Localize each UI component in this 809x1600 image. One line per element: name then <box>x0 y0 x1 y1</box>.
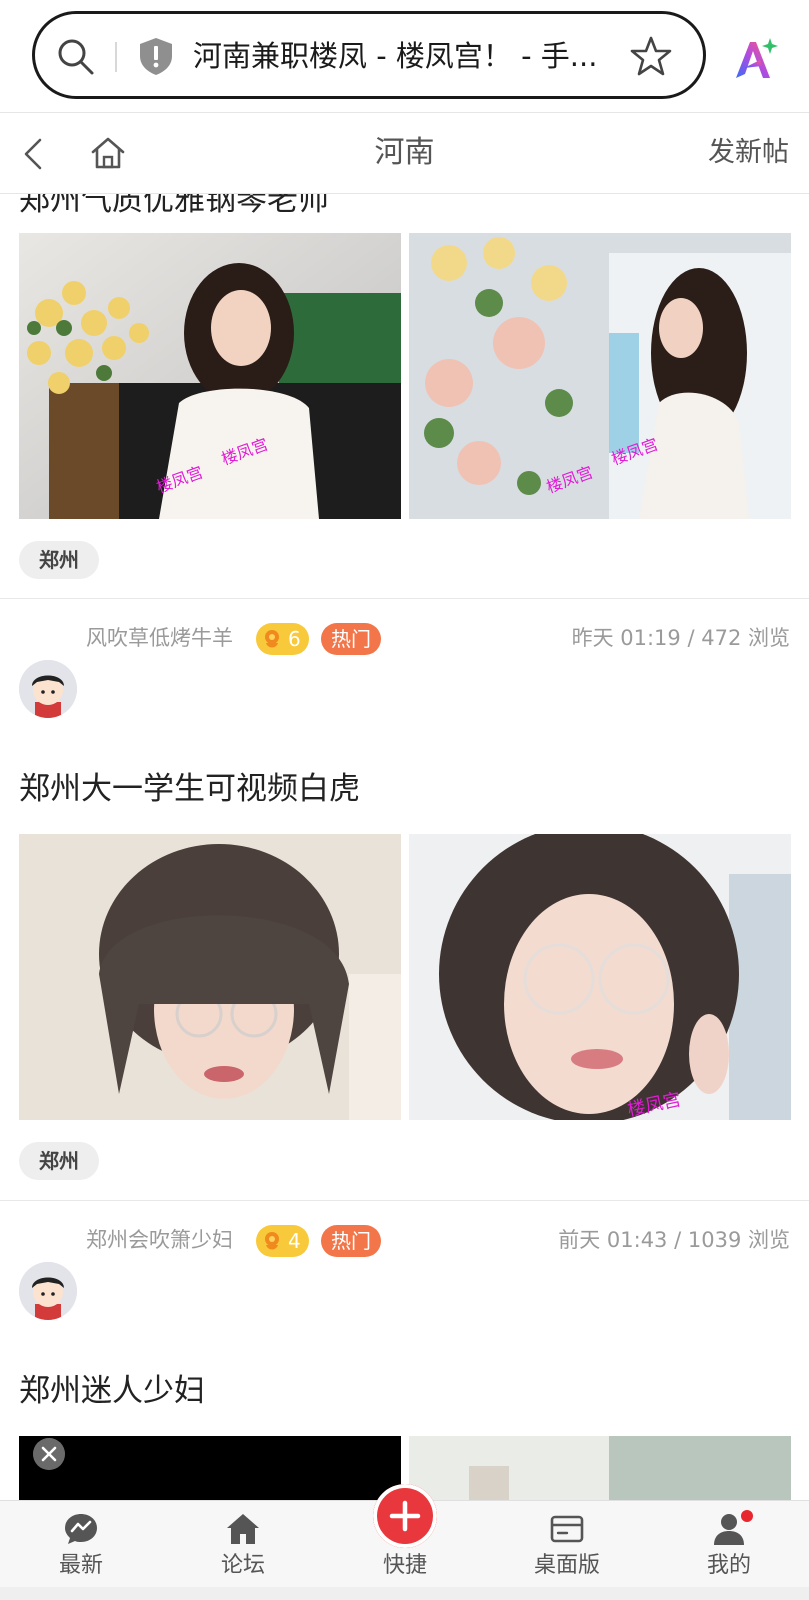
author-name[interactable]: 郑州会吹箫少妇 <box>86 1225 233 1255</box>
post-image[interactable]: 楼凤宫 楼凤宫 <box>19 233 401 519</box>
flower-count: 4 <box>288 1229 301 1253</box>
tab-latest[interactable]: 最新 <box>21 1501 141 1588</box>
flower-badge: 4 <box>256 1225 309 1257</box>
ai-assistant-icon[interactable] <box>732 36 778 80</box>
meta-separator: / <box>674 1228 688 1252</box>
post-title[interactable]: 郑州大一学生可视频白虎 <box>19 767 360 811</box>
hot-badge: 热门 <box>321 1225 381 1257</box>
tab-label: 论坛 <box>220 1553 265 1578</box>
post-meta: 昨天 01:19 / 472 浏览 <box>572 623 790 653</box>
new-post-button[interactable]: 发新帖 <box>708 133 789 173</box>
tab-label: 桌面版 <box>533 1553 600 1578</box>
tab-label: 最新 <box>58 1553 103 1578</box>
post-meta: 前天 01:43 / 1039 浏览 <box>558 1225 790 1255</box>
address-divider <box>115 42 117 72</box>
post-image[interactable] <box>409 1436 791 1500</box>
tab-label: 我的 <box>706 1553 751 1578</box>
view-count: 1039 浏览 <box>687 1228 790 1252</box>
desktop-icon <box>550 1515 584 1543</box>
shield-icon[interactable] <box>137 36 175 76</box>
tab-desktop[interactable]: 桌面版 <box>507 1501 627 1588</box>
post-time: 昨天 01:19 <box>571 626 681 650</box>
tab-forum[interactable]: 论坛 <box>183 1501 303 1588</box>
post-image[interactable] <box>19 1436 401 1500</box>
post-divider <box>0 1200 809 1201</box>
avatar[interactable] <box>19 1262 77 1320</box>
post-time: 前天 01:43 <box>558 1228 668 1252</box>
chat-icon <box>65 1514 97 1544</box>
star-icon[interactable] <box>629 34 673 78</box>
post-image[interactable]: 楼凤宫 楼凤宫 <box>409 233 791 519</box>
plus-icon[interactable] <box>373 1484 437 1548</box>
meta-separator: / <box>687 626 702 650</box>
home-icon <box>227 1514 259 1544</box>
post-feed[interactable]: 郑州气质优雅钢琴老师 楼凤宫 楼凤宫 楼凤宫 楼凤宫 郑州 风吹草低烤牛羊 6 … <box>0 194 809 1500</box>
tab-mine[interactable]: 我的 <box>669 1501 789 1588</box>
post-title[interactable]: 郑州迷人少妇 <box>19 1369 205 1413</box>
hot-badge: 热门 <box>321 623 381 655</box>
flower-icon <box>265 630 279 648</box>
address-bar[interactable]: 河南兼职楼凤 - 楼凤宫！ - 手... <box>32 11 706 99</box>
flower-badge: 6 <box>256 623 309 655</box>
search-icon[interactable] <box>55 36 95 76</box>
system-nav-strip <box>0 1587 809 1600</box>
notification-dot <box>741 1510 753 1522</box>
flower-icon <box>265 1232 279 1250</box>
avatar[interactable] <box>19 660 77 718</box>
tab-label: 快捷 <box>382 1553 427 1578</box>
post-divider <box>0 598 809 599</box>
location-tag[interactable]: 郑州 <box>19 1142 99 1180</box>
location-tag[interactable]: 郑州 <box>19 541 99 579</box>
author-name[interactable]: 风吹草低烤牛羊 <box>86 623 233 653</box>
browser-toolbar: 河南兼职楼凤 - 楼凤宫！ - 手... <box>0 0 809 112</box>
flower-count: 6 <box>288 627 301 651</box>
post-image[interactable]: 楼凤宫 <box>409 834 791 1120</box>
view-count: 472 浏览 <box>701 626 790 650</box>
post-image[interactable] <box>19 834 401 1120</box>
forum-navbar: 河南 发新帖 <box>0 112 809 194</box>
page-title: 河南 <box>374 135 435 170</box>
post-title[interactable]: 郑州气质优雅钢琴老师 <box>19 194 329 222</box>
url-text[interactable]: 河南兼职楼凤 - 楼凤宫！ - 手... <box>193 34 633 78</box>
close-icon[interactable] <box>33 1438 65 1470</box>
